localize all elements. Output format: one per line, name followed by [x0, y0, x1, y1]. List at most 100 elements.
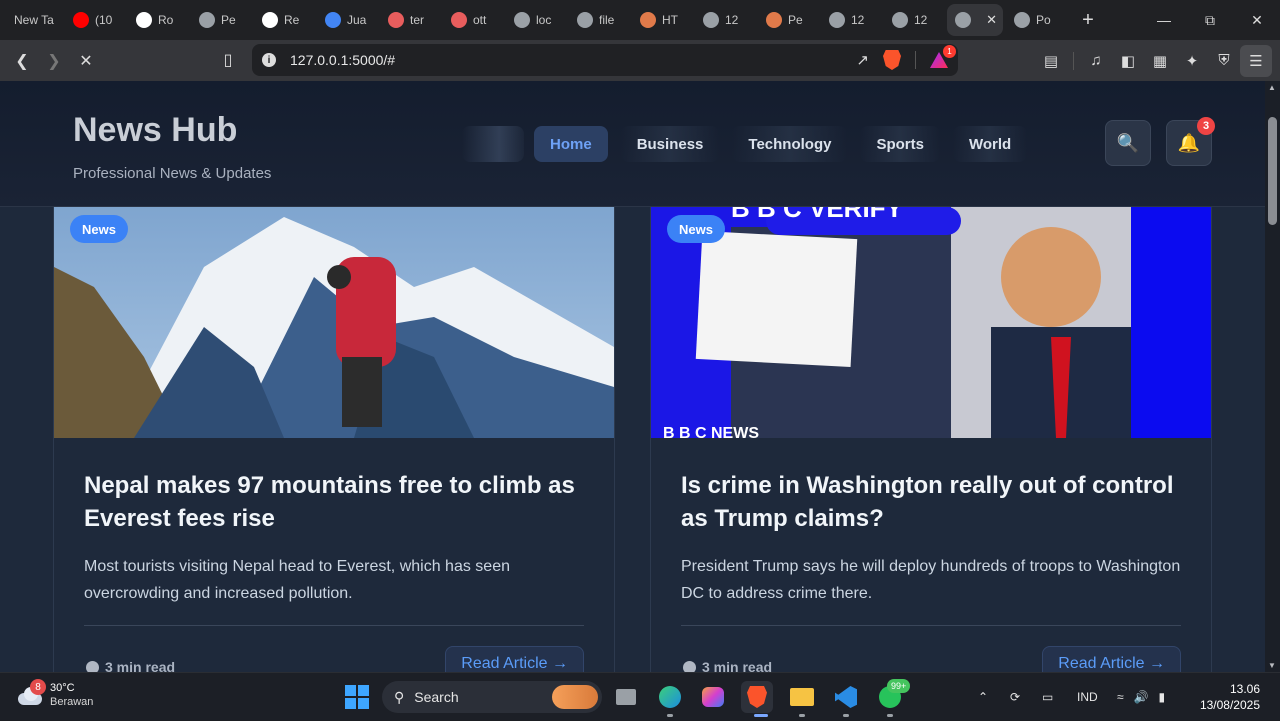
loading-icon	[955, 12, 971, 28]
close-window-button[interactable]: ✕	[1234, 0, 1280, 40]
share-icon[interactable]: ↗	[856, 51, 869, 69]
file-explorer-icon[interactable]	[786, 681, 818, 713]
url-text[interactable]: 127.0.0.1:5000/#	[290, 52, 395, 68]
article-card[interactable]: B B C VERIFY B B C NEWS News Is crime in…	[650, 207, 1212, 672]
nav-sports[interactable]: Sports	[860, 126, 940, 162]
nav-technology[interactable]: Technology	[732, 126, 848, 162]
system-clock[interactable]: 13.06 13/08/2025	[1200, 681, 1260, 713]
browser-tab[interactable]: ott	[443, 4, 503, 36]
address-bar[interactable]: i 127.0.0.1:5000/# ↗ 1	[252, 44, 958, 76]
clock-icon	[86, 660, 99, 672]
browser-tab[interactable]: Pe	[191, 4, 251, 36]
minimize-button[interactable]: —	[1141, 0, 1187, 40]
search-icon: ⚲	[394, 688, 405, 705]
browser-tab[interactable]: Jua	[317, 4, 377, 36]
browser-tab[interactable]: file	[569, 4, 629, 36]
browser-tab[interactable]: New Ta	[6, 4, 62, 36]
weather-widget[interactable]: 8 30°C Berawan	[16, 679, 93, 709]
taskbar-search[interactable]: ⚲ Search	[382, 681, 602, 713]
sidebar-icon[interactable]: ◧	[1112, 45, 1144, 77]
language-indicator[interactable]: IND	[1077, 673, 1098, 721]
weather-temp: 30°C	[50, 682, 75, 694]
article-image-mountain[interactable]: News	[54, 207, 614, 438]
reading-list-icon[interactable]: ▤	[1035, 45, 1067, 77]
category-tag[interactable]: News	[70, 215, 128, 243]
tray-overflow-icon[interactable]: ⌃	[978, 673, 988, 721]
tab-title: file	[599, 13, 615, 27]
scrollbar-thumb[interactable]	[1268, 117, 1277, 225]
brave-icon[interactable]	[741, 681, 773, 713]
forward-icon[interactable]: ❯	[38, 45, 70, 77]
new-tab-button[interactable]: +	[1072, 4, 1104, 36]
windows-icon	[345, 685, 369, 709]
leo-ai-icon[interactable]: ✦	[1176, 45, 1208, 77]
brave-shields-icon[interactable]	[883, 50, 901, 70]
vpn-icon[interactable]: ⛨	[1208, 45, 1240, 77]
tab-title: 12	[914, 13, 928, 27]
page-viewport: News Hub Professional News & Updates Hom…	[0, 81, 1265, 672]
nav-home[interactable]: Home	[534, 126, 608, 162]
site-subtitle: Professional News & Updates	[73, 165, 272, 182]
read-time: 3 min read	[683, 659, 772, 672]
system-tray[interactable]: ≈ 🔊 ▮	[1117, 673, 1165, 721]
edge-icon[interactable]	[654, 681, 686, 713]
wallet-icon[interactable]: ▦	[1144, 45, 1176, 77]
tab-title: loc	[536, 13, 552, 27]
category-tag[interactable]: News	[667, 215, 725, 243]
menu-icon[interactable]: ☰	[1240, 44, 1272, 77]
vscode-icon[interactable]	[830, 681, 862, 713]
divider	[1073, 51, 1074, 70]
browser-tab[interactable]: ✕	[947, 4, 1003, 36]
shield-icon	[451, 12, 467, 28]
read-article-button[interactable]: Read Article →	[1042, 646, 1181, 672]
roblox-icon	[136, 12, 152, 28]
task-view-icon[interactable]	[610, 681, 642, 713]
browser-tab[interactable]: Po	[1006, 4, 1066, 36]
browser-tab[interactable]: 12	[884, 4, 944, 36]
copilot-icon[interactable]	[697, 681, 729, 713]
browser-tab[interactable]: HT	[632, 4, 692, 36]
back-icon[interactable]: ❮	[6, 45, 38, 77]
bookmark-icon[interactable]: ▯	[212, 44, 244, 76]
clock-icon	[683, 660, 696, 672]
maximize-button[interactable]: ⧉	[1187, 0, 1233, 40]
article-title[interactable]: Nepal makes 97 mountains free to climb a…	[84, 469, 594, 535]
close-tab-icon[interactable]: ✕	[986, 12, 997, 28]
browser-tab[interactable]: loc	[506, 4, 566, 36]
browser-tab[interactable]: ter	[380, 4, 440, 36]
scroll-up-icon[interactable]: ▲	[1268, 83, 1276, 92]
browser-tab[interactable]: Pe	[758, 4, 818, 36]
browser-tab[interactable]: 12	[821, 4, 881, 36]
sync-icon[interactable]: ⟳	[1010, 673, 1020, 721]
browser-tab[interactable]: (10	[65, 4, 125, 36]
read-article-button[interactable]: Read Article →	[445, 646, 584, 672]
scroll-down-icon[interactable]: ▼	[1268, 661, 1276, 670]
nav-world[interactable]: World	[952, 126, 1028, 162]
nav-business[interactable]: Business	[620, 126, 720, 162]
notifications-button[interactable]: 🔔 3	[1166, 117, 1215, 166]
divider	[915, 51, 916, 69]
browser-tab[interactable]: Ro	[128, 4, 188, 36]
page-scrollbar[interactable]: ▲ ▼	[1265, 81, 1280, 672]
clock-date: 13/08/2025	[1199, 698, 1260, 712]
browser-tab[interactable]: 12	[695, 4, 755, 36]
globe-icon	[892, 12, 908, 28]
start-button[interactable]	[341, 681, 373, 713]
rewards-badge: 1	[943, 45, 956, 58]
stop-loading-icon[interactable]: ✕	[70, 45, 102, 77]
site-info-icon[interactable]: i	[262, 53, 276, 67]
brave-rewards-icon[interactable]: 1	[930, 45, 956, 68]
site-title[interactable]: News Hub	[73, 111, 237, 150]
google-icon	[325, 12, 341, 28]
article-card[interactable]: News Nepal makes 97 mountains free to cl…	[53, 207, 615, 672]
article-title[interactable]: Is crime in Washington really out of con…	[681, 469, 1191, 535]
music-icon[interactable]: ♫	[1080, 45, 1112, 77]
display-icon[interactable]: ▭	[1042, 673, 1053, 721]
tab-title: Pe	[221, 13, 236, 27]
browser-tab[interactable]: Re	[254, 4, 314, 36]
article-description: Most tourists visiting Nepal head to Eve…	[84, 558, 510, 602]
search-button[interactable]: 🔍	[1105, 120, 1151, 166]
site-header: News Hub Professional News & Updates Hom…	[0, 81, 1265, 207]
article-image-trump[interactable]: B B C VERIFY B B C NEWS News	[651, 207, 1211, 438]
bbc-news-text: B B C NEWS	[663, 425, 759, 438]
